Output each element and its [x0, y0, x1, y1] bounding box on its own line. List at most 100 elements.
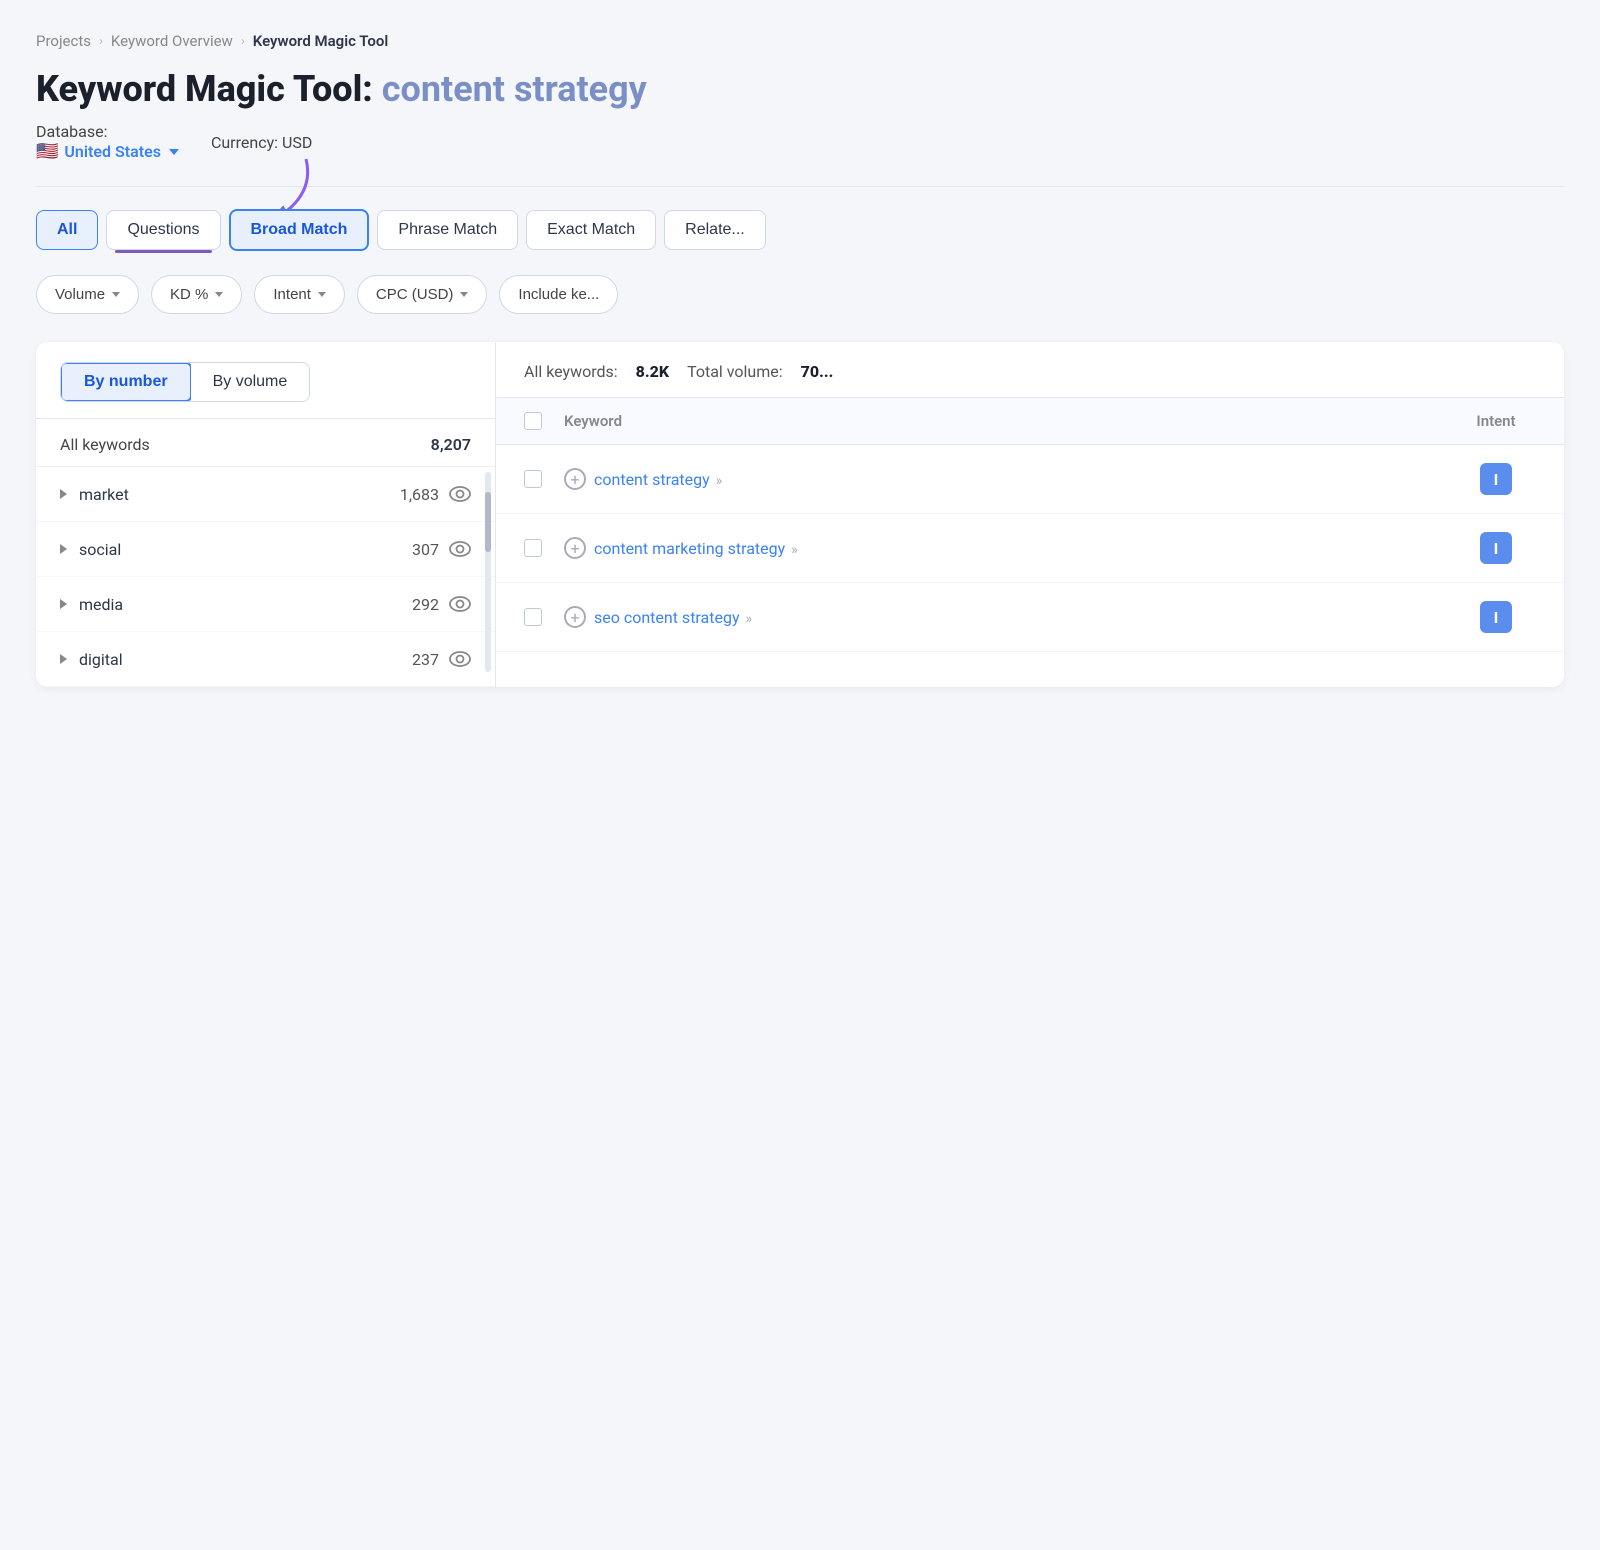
keyword-arrows: »	[716, 473, 723, 489]
row-checkbox-cell	[524, 470, 564, 488]
keyword-group-count: 1,683	[400, 483, 471, 505]
page-title-text: Keyword Magic Tool:	[36, 68, 373, 110]
include-filter-label: Include ke...	[518, 286, 599, 303]
include-filter[interactable]: Include ke...	[499, 275, 618, 314]
tab-questions[interactable]: Questions	[106, 210, 220, 250]
table-header-row: Keyword Intent	[496, 398, 1564, 445]
keyword-item-left-market: market	[60, 485, 129, 504]
row-checkbox[interactable]	[524, 539, 542, 557]
intent-cell: I	[1456, 601, 1536, 633]
all-keywords-list-count: 8,207	[431, 435, 471, 454]
breadcrumb-current: Keyword Magic Tool	[253, 32, 388, 50]
add-to-list-icon[interactable]: +	[564, 606, 586, 628]
toggle-by-volume[interactable]: By volume	[191, 363, 310, 401]
volume-filter[interactable]: Volume	[36, 275, 139, 314]
keyword-group-name: social	[79, 540, 121, 559]
right-panel: All keywords: 8.2K Total volume: 70... K…	[496, 342, 1564, 687]
intent-chevron-icon	[318, 292, 326, 297]
row-checkbox[interactable]	[524, 608, 542, 626]
eye-icon[interactable]	[449, 648, 471, 670]
volume-chevron-icon	[112, 292, 120, 297]
total-volume-count: 70...	[801, 362, 834, 381]
database-country: United States	[64, 142, 161, 161]
table-row: + content strategy » I	[496, 445, 1564, 514]
chevron-right-icon	[60, 489, 67, 499]
page-title: Keyword Magic Tool: content strategy	[36, 68, 1564, 110]
keyword-group-count: 307	[412, 538, 471, 560]
main-content: By number By volume All keywords 8,207 m…	[36, 342, 1564, 687]
scroll-track[interactable]	[485, 472, 491, 672]
database-label: Database:	[36, 122, 107, 141]
breadcrumb-keyword-overview[interactable]: Keyword Overview	[111, 32, 233, 50]
eye-icon[interactable]	[449, 593, 471, 615]
keyword-arrows: »	[791, 542, 798, 558]
list-item[interactable]: media 292	[36, 577, 495, 632]
filter-row: Volume KD % Intent CPC (USD) Include ke.…	[36, 275, 1564, 314]
list-item[interactable]: market 1,683	[36, 467, 495, 522]
total-volume-label: Total volume:	[687, 362, 783, 381]
keyword-list: All keywords 8,207 market 1,683	[36, 419, 495, 687]
kd-filter-label: KD %	[170, 286, 208, 303]
divider	[36, 186, 1564, 187]
breadcrumb-projects[interactable]: Projects	[36, 32, 91, 50]
keyword-link[interactable]: content marketing strategy	[594, 539, 785, 558]
page-title-query: content strategy	[382, 68, 647, 110]
add-to-list-icon[interactable]: +	[564, 468, 586, 490]
volume-filter-label: Volume	[55, 286, 105, 303]
breadcrumb: Projects › Keyword Overview › Keyword Ma…	[36, 32, 1564, 50]
tab-phrase-match[interactable]: Phrase Match	[377, 210, 518, 250]
chevron-right-icon	[60, 599, 67, 609]
currency-value: USD	[282, 133, 312, 152]
left-panel: By number By volume All keywords 8,207 m…	[36, 342, 496, 687]
row-checkbox-cell	[524, 539, 564, 557]
keyword-link[interactable]: seo content strategy	[594, 608, 740, 627]
toggle-by-number[interactable]: By number	[60, 362, 192, 402]
breadcrumb-sep-2: ›	[241, 34, 245, 49]
kd-filter[interactable]: KD %	[151, 275, 242, 314]
col-header-keyword: Keyword	[564, 412, 1456, 430]
tab-related[interactable]: Relate...	[664, 210, 766, 250]
keyword-list-all-header: All keywords 8,207	[36, 419, 495, 467]
keyword-group-name: digital	[79, 650, 123, 669]
all-keywords-list-label: All keywords	[60, 435, 150, 454]
cpc-filter[interactable]: CPC (USD)	[357, 275, 488, 314]
eye-icon[interactable]	[449, 483, 471, 505]
currency-section: Currency: USD	[211, 133, 312, 152]
intent-badge: I	[1480, 463, 1512, 495]
currency-label: Currency:	[211, 133, 278, 152]
add-to-list-icon[interactable]: +	[564, 537, 586, 559]
scroll-thumb[interactable]	[485, 492, 491, 552]
database-row: Database: 🇺🇸 United States Currency: USD	[36, 122, 1564, 162]
col-header-intent: Intent	[1456, 412, 1536, 430]
keyword-link[interactable]: content strategy	[594, 470, 710, 489]
page-wrapper: Projects › Keyword Overview › Keyword Ma…	[0, 0, 1600, 1550]
keyword-group-name: market	[79, 485, 129, 504]
eye-icon[interactable]	[449, 538, 471, 560]
table-row: + seo content strategy » I	[496, 583, 1564, 652]
list-item[interactable]: social 307	[36, 522, 495, 577]
chevron-right-icon	[60, 654, 67, 664]
keyword-cell: + seo content strategy »	[564, 606, 1456, 628]
intent-filter[interactable]: Intent	[254, 275, 345, 314]
row-checkbox[interactable]	[524, 470, 542, 488]
intent-filter-label: Intent	[273, 286, 311, 303]
row-checkbox-cell	[524, 608, 564, 626]
tab-all[interactable]: All	[36, 210, 98, 250]
database-value[interactable]: 🇺🇸 United States	[36, 141, 179, 162]
keyword-cell: + content marketing strategy »	[564, 537, 1456, 559]
keyword-arrows: »	[745, 611, 752, 627]
breadcrumb-sep-1: ›	[99, 34, 103, 49]
intent-cell: I	[1456, 532, 1536, 564]
toggle-group: By number By volume	[60, 362, 310, 402]
keyword-item-left-digital: digital	[60, 650, 123, 669]
keywords-summary-count: 8.2K	[636, 362, 669, 381]
database-section: Database: 🇺🇸 United States	[36, 122, 179, 162]
keyword-item-left-media: media	[60, 595, 123, 614]
tab-broad-match[interactable]: Broad Match	[229, 209, 370, 251]
left-panel-header: By number By volume	[36, 342, 495, 419]
header-checkbox[interactable]	[524, 412, 542, 430]
list-item[interactable]: digital 237	[36, 632, 495, 687]
kd-chevron-icon	[215, 292, 223, 297]
right-panel-header: All keywords: 8.2K Total volume: 70...	[496, 342, 1564, 398]
tab-exact-match[interactable]: Exact Match	[526, 210, 656, 250]
